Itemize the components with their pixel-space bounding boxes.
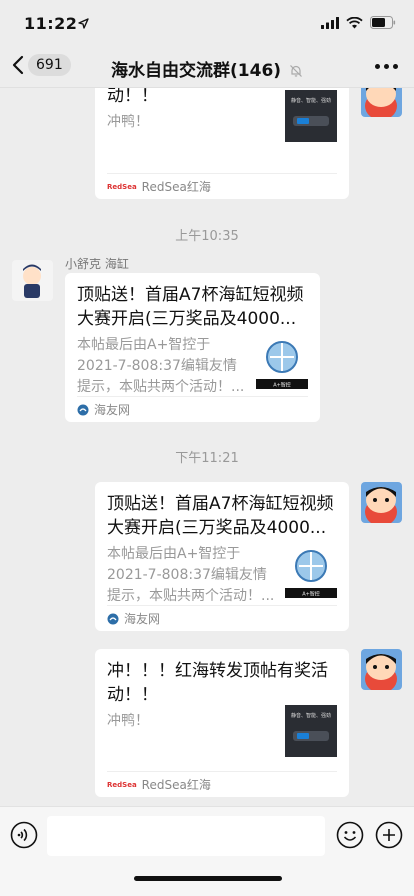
plus-circle-icon bbox=[375, 821, 403, 849]
card-description: 冲鸭！ bbox=[107, 114, 149, 130]
sender-name: 小舒克 海缸 bbox=[65, 257, 129, 271]
my-avatar[interactable] bbox=[361, 88, 402, 117]
cartoon-police-avatar-icon bbox=[12, 260, 53, 301]
more-dot bbox=[393, 64, 398, 69]
svg-text:A+智控: A+智控 bbox=[302, 591, 320, 598]
product-thumbnail-icon: 静音、智能、强劲 bbox=[285, 705, 337, 757]
card-title: 顶贴送！首届A7杯海缸短视频大赛开启(三万奖品及4000... bbox=[107, 494, 334, 538]
battery-icon bbox=[370, 16, 396, 29]
more-dot bbox=[375, 64, 380, 69]
haiyou-logo-icon bbox=[107, 613, 119, 624]
more-dot bbox=[384, 64, 389, 69]
my-avatar[interactable] bbox=[361, 482, 402, 523]
voice-input-button[interactable] bbox=[10, 821, 38, 853]
chat-message-list[interactable]: 动！！ 冲鸭！ 静音、智能、强劲 RedSea RedSea红海 上午10:35… bbox=[0, 88, 414, 806]
my-avatar[interactable] bbox=[361, 649, 402, 690]
card-source: 海友网 bbox=[77, 396, 308, 422]
mute-bell-icon bbox=[290, 65, 302, 77]
home-indicator[interactable] bbox=[134, 876, 282, 881]
sender-avatar[interactable] bbox=[12, 260, 53, 301]
card-title: 冲！！！红海转发顶帖有奖活动！！ bbox=[107, 661, 328, 705]
voice-icon bbox=[10, 821, 38, 849]
cartoon-boy-avatar-icon bbox=[361, 88, 402, 117]
nav-bar: 691 海水自由交流群(146) bbox=[0, 46, 414, 88]
haiyou-logo-icon bbox=[77, 404, 89, 415]
more-functions-button[interactable] bbox=[375, 821, 403, 853]
card-description: 本帖最后由A+智控于2021-7-808:37编辑友情提示，本贴共两个活动！..… bbox=[107, 546, 275, 604]
wifi-icon bbox=[346, 16, 363, 28]
card-source-name: RedSea红海 bbox=[141, 180, 211, 194]
message-input[interactable] bbox=[47, 816, 325, 856]
card-description: 本帖最后由A+智控于2021-7-808:37编辑友情提示，本贴共两个活动！..… bbox=[77, 337, 245, 395]
svg-text:静音、智能、强劲: 静音、智能、强劲 bbox=[291, 712, 331, 719]
redsea-logo-icon: RedSea bbox=[107, 780, 137, 789]
chat-title: 海水自由交流群(146) bbox=[0, 56, 414, 81]
message-timestamp: 上午10:35 bbox=[175, 229, 239, 244]
card-source-name: RedSea红海 bbox=[141, 778, 211, 792]
card-description: 冲鸭！ bbox=[107, 713, 149, 729]
forum-thumbnail-icon: A+智控 bbox=[285, 546, 337, 598]
link-card[interactable]: 动！！ 冲鸭！ 静音、智能、强劲 RedSea RedSea红海 bbox=[95, 88, 349, 199]
status-time: 11:22 bbox=[24, 14, 78, 33]
cellular-signal-icon bbox=[321, 16, 339, 29]
link-card[interactable]: 冲！！！红海转发顶帖有奖活动！！ 冲鸭！ 静音、智能、强劲 RedSea Red… bbox=[95, 649, 349, 797]
input-bar bbox=[0, 806, 414, 896]
chat-title-text: 海水自由交流群(146) bbox=[111, 61, 282, 81]
cartoon-boy-avatar-icon bbox=[361, 482, 402, 523]
emoji-button[interactable] bbox=[336, 821, 364, 853]
card-title: 顶贴送！首届A7杯海缸短视频大赛开启(三万奖品及4000... bbox=[77, 285, 304, 329]
card-source-name: 海友网 bbox=[124, 612, 161, 626]
card-source: RedSea RedSea红海 bbox=[107, 173, 337, 199]
cartoon-boy-avatar-icon bbox=[361, 649, 402, 690]
status-bar: 11:22 bbox=[0, 0, 414, 46]
link-card[interactable]: 顶贴送！首届A7杯海缸短视频大赛开启(三万奖品及4000... 本帖最后由A+智… bbox=[95, 482, 349, 631]
card-source: 海友网 bbox=[107, 605, 337, 631]
redsea-logo-icon: RedSea bbox=[107, 182, 137, 191]
forum-thumbnail-icon: A+智控 bbox=[256, 337, 308, 389]
product-thumbnail-icon: 静音、智能、强劲 bbox=[285, 90, 337, 142]
link-card[interactable]: 顶贴送！首届A7杯海缸短视频大赛开启(三万奖品及4000... 本帖最后由A+智… bbox=[65, 273, 320, 422]
message-timestamp: 下午11:21 bbox=[175, 451, 239, 466]
card-source-name: 海友网 bbox=[94, 403, 131, 417]
svg-text:静音、智能、强劲: 静音、智能、强劲 bbox=[291, 97, 331, 104]
svg-text:A+智控: A+智控 bbox=[273, 382, 291, 389]
location-arrow-icon bbox=[78, 18, 89, 29]
more-options-button[interactable] bbox=[375, 64, 398, 69]
card-source: RedSea RedSea红海 bbox=[107, 771, 337, 797]
smiley-icon bbox=[336, 821, 364, 849]
